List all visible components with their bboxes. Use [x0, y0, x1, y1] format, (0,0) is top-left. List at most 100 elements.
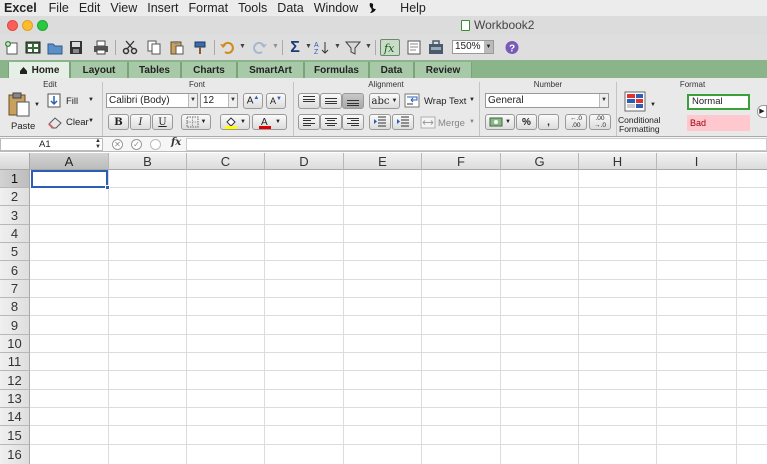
decrease-indent-button[interactable]: [369, 114, 391, 130]
font-name-dropdown-icon[interactable]: ▼: [188, 94, 197, 107]
column-header-i[interactable]: I: [657, 153, 737, 170]
print-icon[interactable]: [92, 39, 110, 56]
row-header-11[interactable]: 11: [0, 353, 30, 371]
align-right-button[interactable]: [342, 114, 364, 130]
menu-insert[interactable]: Insert: [147, 1, 188, 15]
zoom-select[interactable]: 150% ▼: [452, 40, 494, 54]
column-header-g[interactable]: G: [501, 153, 579, 170]
name-box-stepper-icon[interactable]: ▲ ▼: [95, 138, 101, 150]
help-question-icon[interactable]: ?: [503, 39, 521, 56]
clear-dropdown-icon[interactable]: ▼: [88, 118, 94, 124]
align-left-button[interactable]: [298, 114, 320, 130]
new-workbook-icon[interactable]: [3, 39, 21, 56]
wrap-text-dropdown-icon[interactable]: ▼: [469, 97, 475, 103]
menu-data[interactable]: Data: [277, 1, 313, 15]
close-window-button[interactable]: [7, 20, 18, 31]
cell-style-bad[interactable]: Bad: [687, 115, 750, 131]
italic-button[interactable]: I: [130, 114, 151, 130]
insert-function-fx-button[interactable]: fx: [171, 137, 181, 148]
tab-charts[interactable]: Charts: [181, 62, 237, 78]
autosum-sigma-icon[interactable]: Σ: [286, 39, 304, 56]
cut-scissors-icon[interactable]: [121, 39, 139, 56]
increase-indent-button[interactable]: [392, 114, 414, 130]
decrease-decimal-button[interactable]: .00 →.0: [589, 114, 611, 130]
sort-dropdown-icon[interactable]: ▼: [334, 43, 341, 50]
row-header-12[interactable]: 12: [0, 371, 30, 390]
row-header-9[interactable]: 9: [0, 316, 30, 335]
template-gallery-icon[interactable]: [24, 39, 42, 56]
tab-data[interactable]: Data: [369, 62, 414, 78]
filter-funnel-icon[interactable]: [344, 39, 362, 56]
ribbon-scroll-right-button[interactable]: ▶: [757, 105, 767, 118]
menu-edit[interactable]: Edit: [79, 1, 111, 15]
paste-button[interactable]: ▼ Paste: [4, 92, 40, 134]
currency-dropdown-icon[interactable]: ▼: [505, 119, 511, 125]
row-header-2[interactable]: 2: [0, 188, 30, 206]
insert-function-circle-icon[interactable]: [150, 139, 161, 150]
font-color-button[interactable]: A ▼: [252, 114, 287, 130]
tab-smartart[interactable]: SmartArt: [237, 62, 304, 78]
select-all-corner[interactable]: [0, 153, 30, 170]
row-header-3[interactable]: 3: [0, 206, 30, 225]
bold-button[interactable]: B: [108, 114, 129, 130]
autosum-dropdown-icon[interactable]: ▼: [305, 43, 312, 50]
row-header-14[interactable]: 14: [0, 408, 30, 426]
tab-layout[interactable]: Layout: [70, 62, 128, 78]
menu-file[interactable]: File: [49, 1, 79, 15]
menu-view[interactable]: View: [110, 1, 147, 15]
orientation-button[interactable]: abc ▼: [369, 93, 400, 109]
row-header-7[interactable]: 7: [0, 280, 30, 298]
column-header-partial[interactable]: [737, 153, 767, 170]
script-menu-icon[interactable]: [368, 2, 388, 14]
confirm-entry-icon[interactable]: ✓: [131, 139, 142, 150]
align-center-button[interactable]: [320, 114, 342, 130]
tab-home[interactable]: Home: [8, 62, 70, 78]
align-bottom-button[interactable]: [342, 93, 364, 109]
zoom-window-button[interactable]: [37, 20, 48, 31]
gallery-toggle-icon[interactable]: [405, 39, 423, 56]
orientation-dropdown-icon[interactable]: ▼: [392, 98, 398, 104]
fill-color-dropdown-icon[interactable]: ▼: [240, 119, 246, 125]
align-top-button[interactable]: [298, 93, 320, 109]
tab-formulas[interactable]: Formulas: [304, 62, 369, 78]
undo-icon[interactable]: [218, 39, 236, 56]
paste-dropdown-icon[interactable]: ▼: [34, 102, 40, 108]
currency-format-button[interactable]: ▼: [485, 114, 515, 130]
percent-format-button[interactable]: %: [516, 114, 537, 130]
row-header-8[interactable]: 8: [0, 298, 30, 316]
column-header-f[interactable]: F: [422, 153, 501, 170]
filter-dropdown-icon[interactable]: ▼: [365, 43, 372, 50]
tab-tables[interactable]: Tables: [128, 62, 181, 78]
fill-dropdown-icon[interactable]: ▼: [88, 97, 94, 103]
merge-button[interactable]: Merge ▼: [420, 115, 476, 131]
menu-app-excel[interactable]: Excel: [0, 1, 49, 15]
row-header-16[interactable]: 16: [0, 445, 30, 464]
merge-dropdown-icon[interactable]: ▼: [469, 119, 475, 125]
row-header-4[interactable]: 4: [0, 225, 30, 243]
font-size-select[interactable]: 12 ▼: [200, 93, 238, 108]
font-name-select[interactable]: Calibri (Body) ▼: [106, 93, 198, 108]
decrease-font-size-button[interactable]: A▼: [266, 93, 286, 109]
active-cell-a1[interactable]: [31, 170, 108, 188]
menu-format[interactable]: Format: [189, 1, 239, 15]
formula-builder-icon[interactable]: fx: [380, 39, 400, 56]
zoom-dropdown-icon[interactable]: ▼: [484, 41, 493, 53]
worksheet-grid[interactable]: [0, 152, 767, 464]
menu-window[interactable]: Window: [314, 1, 368, 15]
redo-icon[interactable]: [251, 39, 269, 56]
number-format-select[interactable]: General ▼: [485, 93, 609, 108]
row-header-13[interactable]: 13: [0, 390, 30, 408]
row-header-5[interactable]: 5: [0, 243, 30, 261]
align-middle-button[interactable]: [320, 93, 342, 109]
number-format-dropdown-icon[interactable]: ▼: [599, 94, 608, 107]
redo-dropdown-icon[interactable]: ▼: [272, 43, 279, 50]
font-color-dropdown-icon[interactable]: ▼: [275, 119, 281, 125]
borders-dropdown-icon[interactable]: ▼: [201, 119, 207, 125]
menu-tools[interactable]: Tools: [238, 1, 277, 15]
column-header-d[interactable]: D: [265, 153, 344, 170]
column-header-a[interactable]: A: [30, 153, 109, 170]
tab-review[interactable]: Review: [414, 62, 472, 78]
format-painter-icon[interactable]: [191, 39, 209, 56]
conditional-formatting-button[interactable]: ▼ Conditional Formatting: [618, 91, 664, 135]
save-icon[interactable]: [67, 39, 85, 56]
